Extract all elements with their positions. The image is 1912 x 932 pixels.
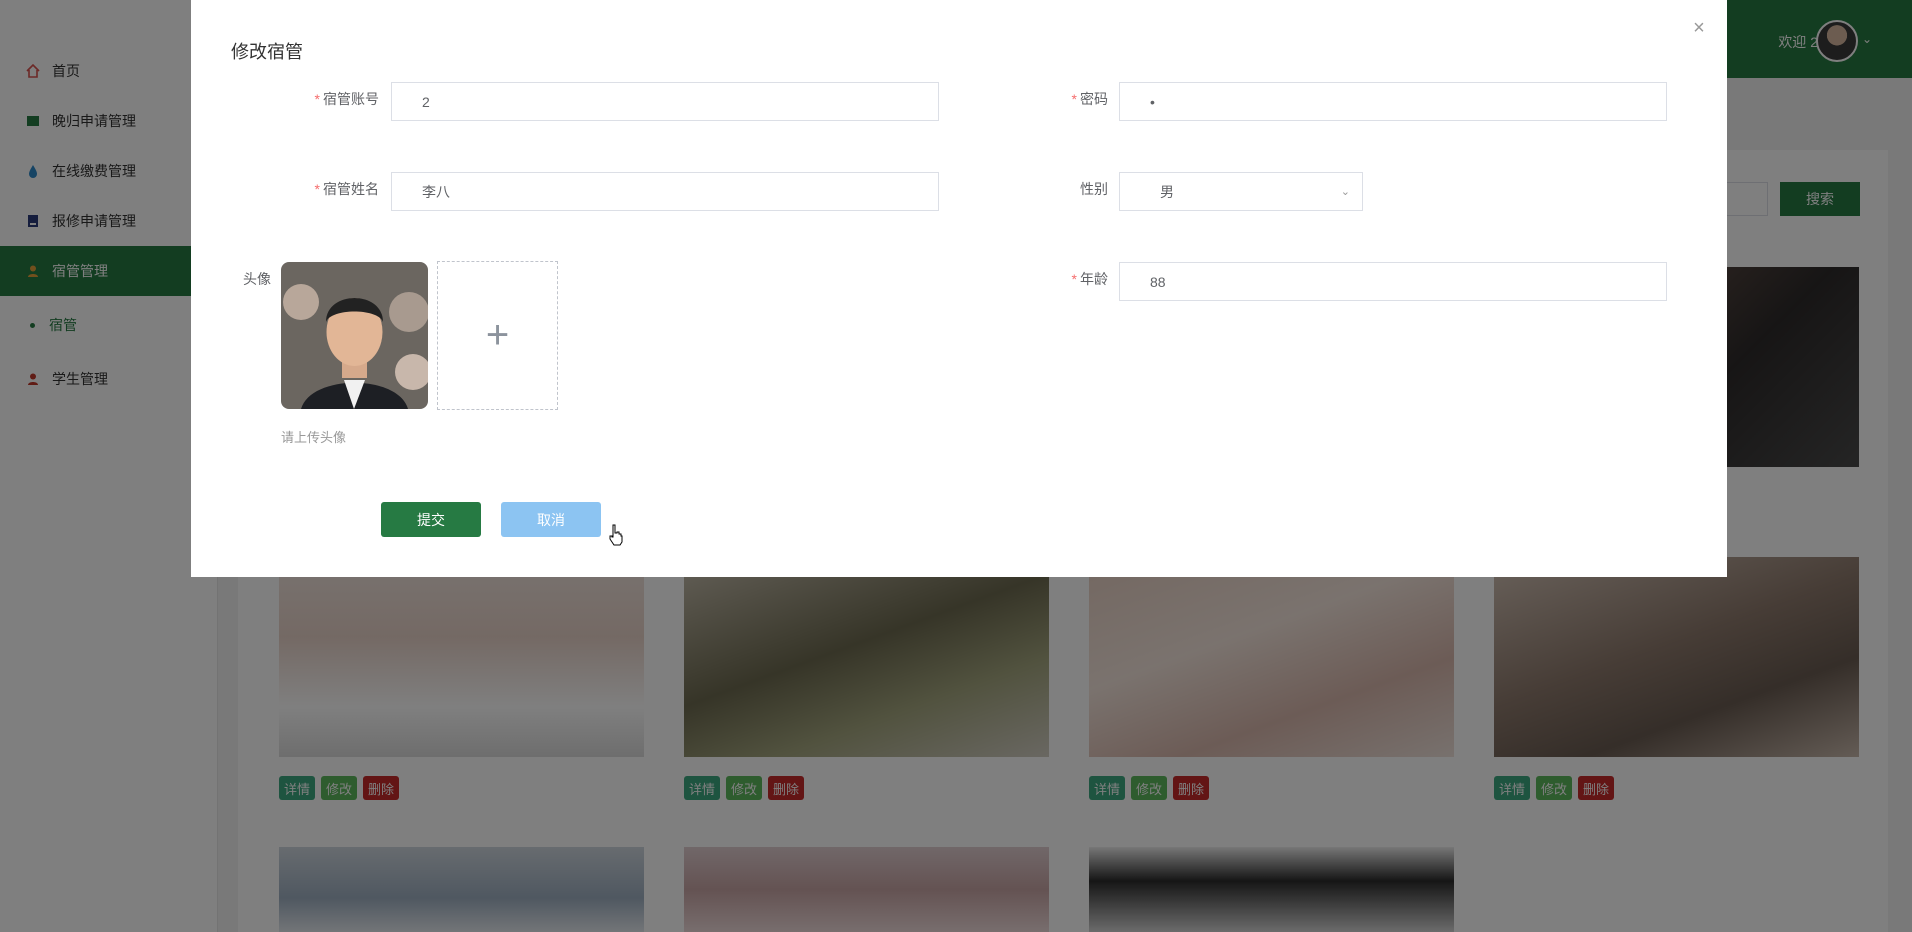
avatar-label: 头像	[151, 269, 271, 289]
chevron-down-icon: ⌄	[1340, 186, 1350, 198]
required-mark: *	[314, 181, 320, 197]
avatar-portrait	[281, 262, 428, 409]
avatar-upload-button[interactable]: +	[437, 261, 558, 410]
avatar-image[interactable]	[281, 262, 428, 409]
edit-dorm-manager-dialog: 修改宿管 × *宿管账号 *密码 *宿管姓名 性别 男 ⌄ 头像	[191, 0, 1727, 577]
required-mark: *	[314, 91, 320, 107]
name-input[interactable]	[391, 172, 939, 211]
password-label: * 密码	[988, 89, 1108, 109]
close-icon[interactable]: ×	[1689, 18, 1709, 38]
avatar-hint: 请上传头像	[281, 430, 347, 445]
required-mark: *	[1071, 91, 1077, 107]
mouse-pointer-icon	[609, 524, 623, 546]
submit-button[interactable]: 提交	[381, 502, 481, 537]
required-mark: *	[1071, 271, 1077, 287]
name-label-text: 宿管姓名	[323, 181, 379, 197]
gender-label: 性别	[988, 179, 1108, 199]
cancel-button[interactable]: 取消	[501, 502, 601, 537]
age-label-text: 年龄	[1080, 271, 1108, 287]
password-label-text: 密码	[1080, 91, 1108, 107]
plus-icon: +	[485, 313, 510, 357]
account-label: * 宿管账号	[259, 89, 379, 109]
avatar-label-text: 头像	[243, 271, 271, 287]
age-input[interactable]	[1119, 262, 1667, 301]
name-label: * 宿管姓名	[259, 179, 379, 199]
gender-label-text: 性别	[1080, 181, 1108, 197]
age-label: * 年龄	[988, 269, 1108, 289]
account-input[interactable]	[391, 82, 939, 121]
gender-select[interactable]: 男 ⌄	[1119, 172, 1363, 211]
gender-select-value: 男	[1160, 183, 1174, 200]
password-input[interactable]	[1119, 82, 1667, 121]
account-label-text: 宿管账号	[323, 91, 379, 107]
dialog-title: 修改宿管	[231, 42, 303, 62]
